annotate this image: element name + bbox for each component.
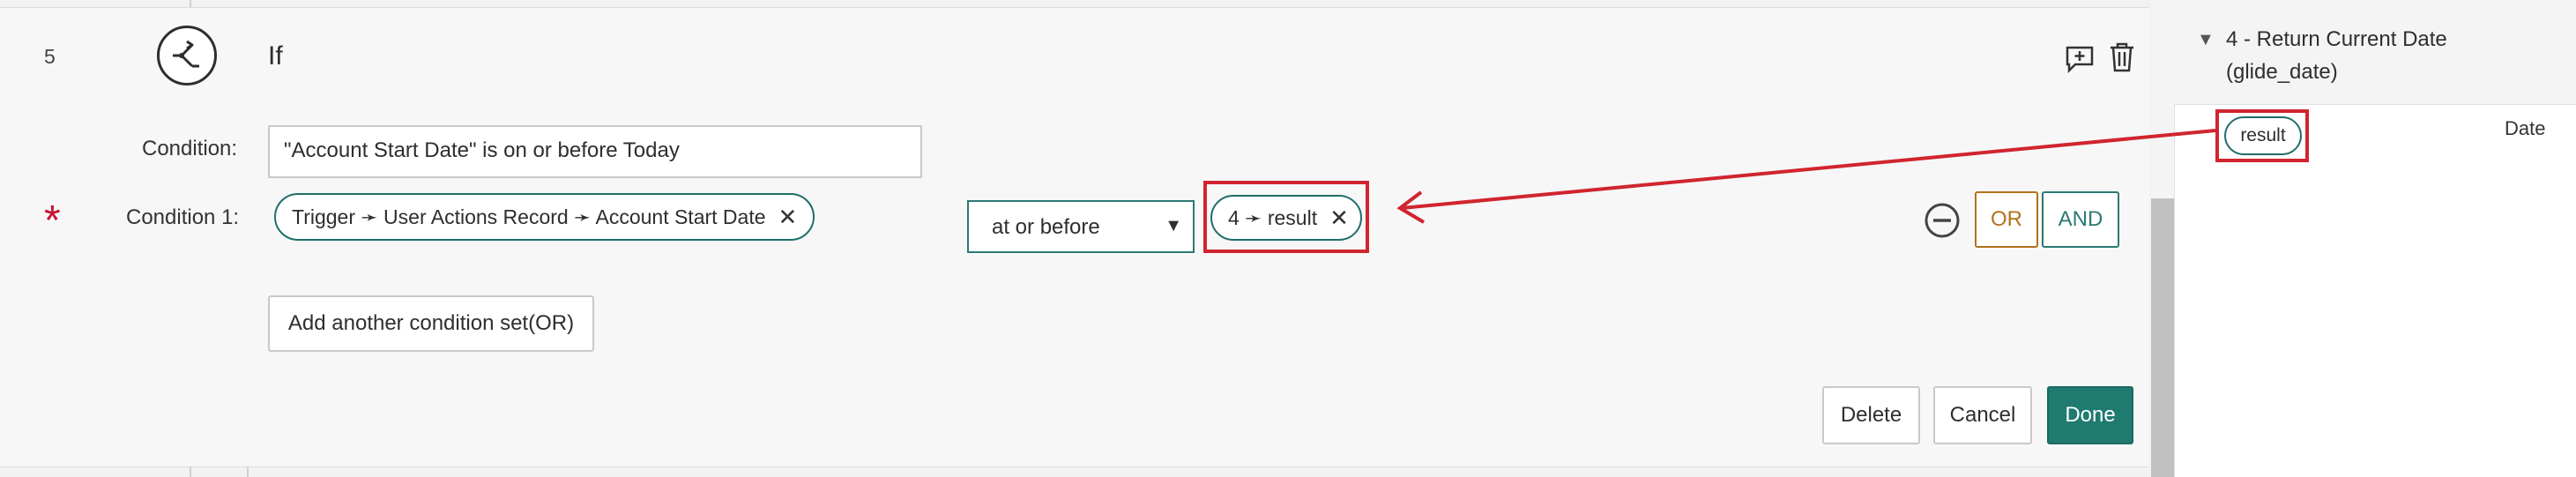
annotation-arrow <box>1396 129 2216 224</box>
